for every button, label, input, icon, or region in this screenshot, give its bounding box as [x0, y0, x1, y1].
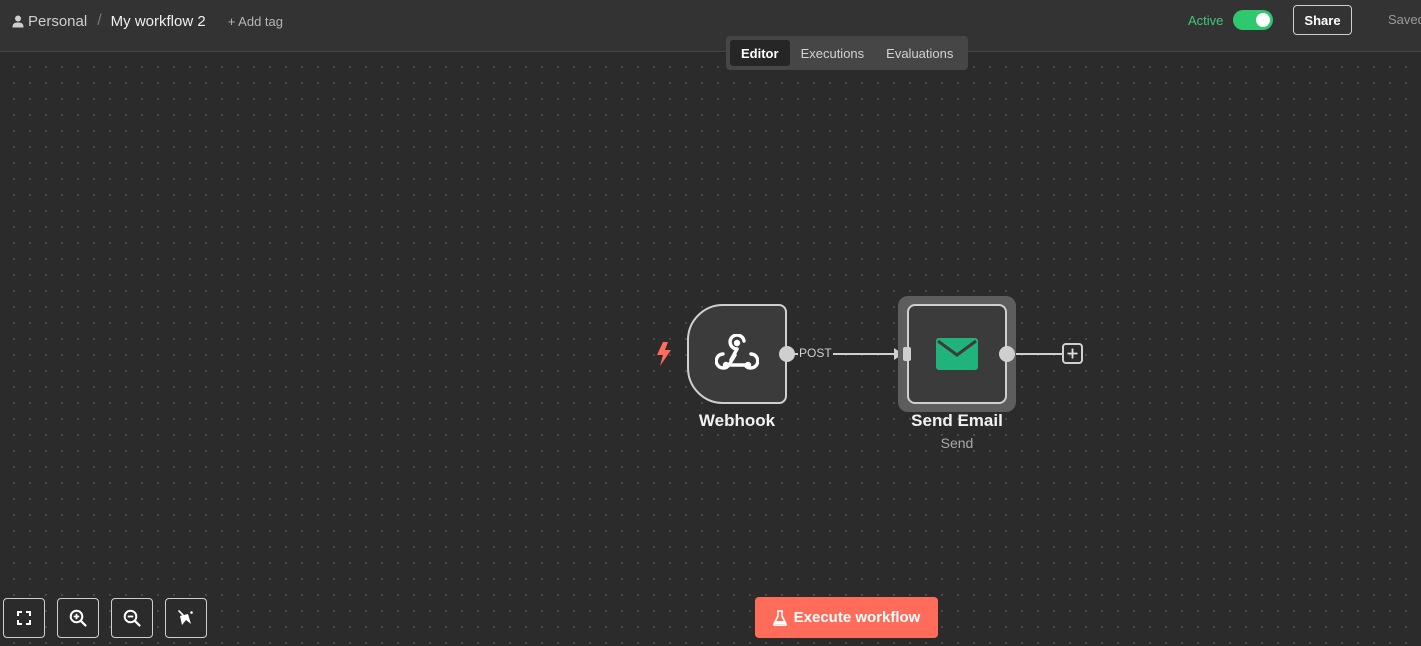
add-node-button[interactable] [1062, 343, 1083, 364]
active-label: Active [1188, 13, 1224, 28]
tidy-up-icon [178, 610, 193, 625]
toggle-knob [1256, 13, 1270, 27]
fit-view-icon [17, 611, 31, 625]
tidy-up-button[interactable] [165, 598, 207, 638]
share-button[interactable]: Share [1293, 5, 1352, 35]
flask-icon [772, 609, 787, 626]
webhook-output-port[interactable] [779, 346, 795, 362]
breadcrumb-project-label: Personal [28, 12, 88, 30]
connection-label: POST [798, 346, 833, 360]
breadcrumb: Personal / My workflow 2 + Add tag [12, 12, 283, 30]
workflow-editor: Personal / My workflow 2 + Add tag Activ… [0, 0, 1421, 646]
send-email-node[interactable] [907, 304, 1007, 404]
active-toggle[interactable] [1233, 10, 1273, 30]
add-tag-button[interactable]: + Add tag [228, 14, 283, 29]
workflow-name[interactable]: My workflow 2 [111, 13, 206, 30]
plus-icon [1067, 348, 1078, 359]
zoom-out-icon [123, 609, 141, 627]
webhook-icon [715, 334, 759, 370]
trigger-bolt-icon [657, 342, 671, 366]
breadcrumb-separator: / [97, 12, 102, 29]
send-email-node-title: Send Email [911, 411, 1003, 430]
envelope-icon [936, 338, 978, 370]
send-email-node-subtitle: Send [940, 435, 974, 451]
tab-editor[interactable]: Editor [730, 40, 790, 66]
breadcrumb-project[interactable]: Personal [12, 13, 87, 30]
fit-view-button[interactable] [3, 598, 45, 638]
tab-evaluations[interactable]: Evaluations [875, 40, 964, 66]
user-icon [12, 15, 24, 27]
saved-status: Saved [1388, 12, 1421, 27]
tab-executions[interactable]: Executions [790, 40, 876, 66]
execute-workflow-label: Execute workflow [793, 609, 921, 626]
execute-workflow-button[interactable]: Execute workflow [755, 597, 938, 638]
zoom-in-button[interactable] [57, 598, 99, 638]
send-email-input-port[interactable] [903, 347, 911, 361]
webhook-node-title: Webhook [698, 411, 776, 430]
top-bar: Personal / My workflow 2 + Add tag Activ… [0, 0, 1421, 52]
send-email-output-port[interactable] [999, 346, 1015, 362]
zoom-in-icon [69, 609, 87, 627]
webhook-node[interactable] [687, 304, 787, 404]
view-tabs: Editor Executions Evaluations [726, 36, 968, 70]
zoom-out-button[interactable] [111, 598, 153, 638]
